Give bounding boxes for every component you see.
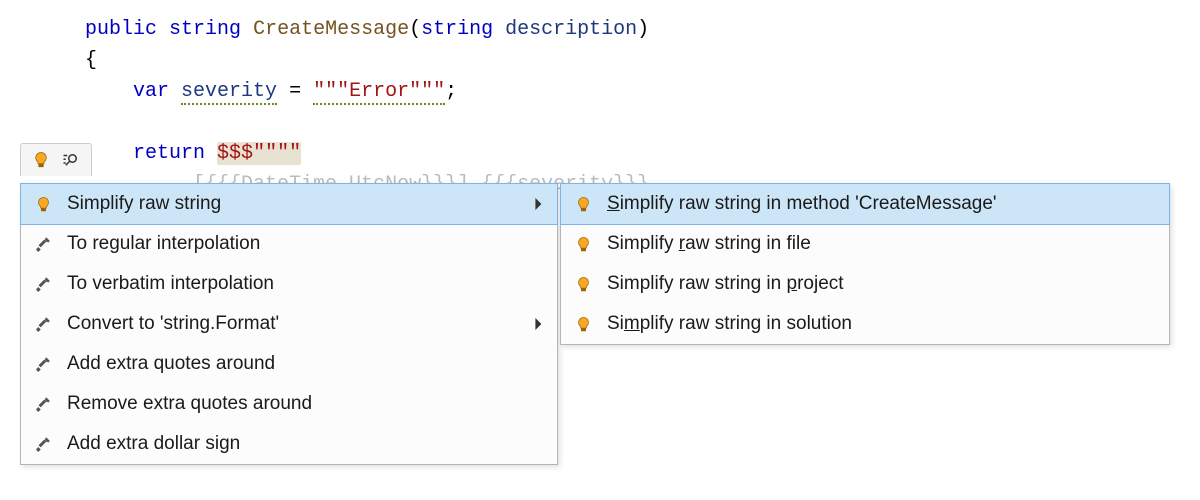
keyword-var: var xyxy=(133,80,169,103)
hammer-icon xyxy=(33,314,53,334)
menu-label: Convert to 'string.Format' xyxy=(67,313,521,335)
lightbulb-icon xyxy=(573,274,593,294)
hammer-icon xyxy=(33,434,53,454)
scope-submenu: Simplify raw string in method 'CreateMes… xyxy=(560,183,1170,345)
scope-project[interactable]: Simplify raw string in project xyxy=(561,264,1169,304)
menu-label: Remove extra quotes around xyxy=(67,393,547,415)
menu-label: Simplify raw string in file xyxy=(607,233,1159,255)
chevron-right-icon xyxy=(535,198,543,210)
action-add-extra-dollar[interactable]: Add extra dollar sign xyxy=(21,424,557,464)
action-simplify-raw-string[interactable]: Simplify raw string xyxy=(20,183,558,225)
interp-prefix: $$$ xyxy=(217,142,253,165)
lightbulb-icon xyxy=(573,234,593,254)
lightbulb-icon xyxy=(33,194,53,214)
menu-label: Simplify raw string in project xyxy=(607,273,1159,295)
param-name: description xyxy=(505,18,637,41)
hammer-icon xyxy=(33,274,53,294)
variable-severity: severity xyxy=(181,80,277,105)
menu-label: Add extra dollar sign xyxy=(67,433,547,455)
hammer-icon xyxy=(33,394,53,414)
action-remove-extra-quotes[interactable]: Remove extra quotes around xyxy=(21,384,557,424)
action-to-verbatim-interpolation[interactable]: To verbatim interpolation xyxy=(21,264,557,304)
string-literal: """Error""" xyxy=(313,80,445,105)
menu-label: Simplify raw string in method 'CreateMes… xyxy=(607,193,1159,215)
method-name: CreateMessage xyxy=(253,18,409,41)
hammer-icon xyxy=(33,234,53,254)
scope-solution[interactable]: Simplify raw string in solution xyxy=(561,304,1169,344)
menu-label: To regular interpolation xyxy=(67,233,547,255)
menu-label: To verbatim interpolation xyxy=(67,273,547,295)
scope-method[interactable]: Simplify raw string in method 'CreateMes… xyxy=(560,183,1170,225)
quick-actions-menu: Simplify raw string To regular interpola… xyxy=(20,183,558,465)
keyword-return: return xyxy=(133,142,205,165)
keyword-string: string xyxy=(169,18,241,41)
inspect-icon xyxy=(61,150,81,170)
scope-file[interactable]: Simplify raw string in file xyxy=(561,224,1169,264)
action-convert-string-format[interactable]: Convert to 'string.Format' xyxy=(21,304,557,344)
quick-action-tab[interactable] xyxy=(20,143,92,176)
keyword-public: public xyxy=(85,18,157,41)
lightbulb-icon xyxy=(573,194,593,214)
hammer-icon xyxy=(33,354,53,374)
lightbulb-icon xyxy=(31,150,51,170)
param-type: string xyxy=(421,18,493,41)
code-editor[interactable]: public string CreateMessage(string descr… xyxy=(0,0,1200,200)
raw-string-open: """" xyxy=(253,142,301,165)
menu-label: Add extra quotes around xyxy=(67,353,547,375)
menu-label: Simplify raw string xyxy=(67,193,521,215)
brace-open: { xyxy=(85,49,97,72)
action-to-regular-interpolation[interactable]: To regular interpolation xyxy=(21,224,557,264)
chevron-right-icon xyxy=(535,318,543,330)
lightbulb-icon xyxy=(573,314,593,334)
action-add-extra-quotes[interactable]: Add extra quotes around xyxy=(21,344,557,384)
menu-label: Simplify raw string in solution xyxy=(607,313,1159,335)
